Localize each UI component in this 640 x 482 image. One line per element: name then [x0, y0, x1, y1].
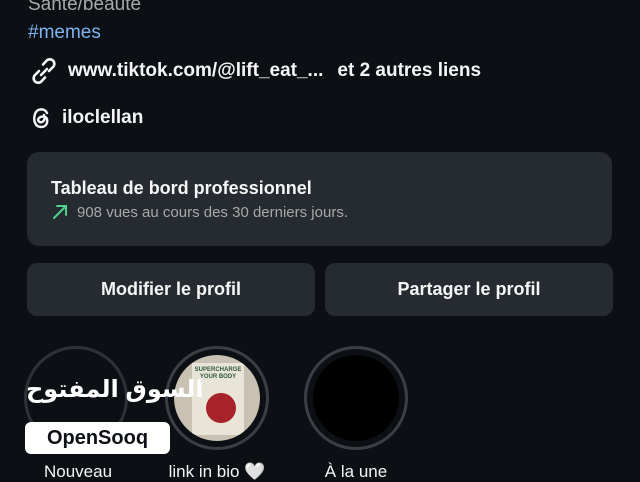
share-profile-button[interactable]: Partager le profil — [325, 263, 613, 316]
watermark-logo: OpenSooq — [25, 422, 170, 454]
dashboard-subtitle: 908 vues au cours des 30 derniers jours. — [77, 203, 348, 221]
edit-profile-button[interactable]: Modifier le profil — [27, 263, 315, 316]
highlight-cover-black — [313, 355, 399, 441]
threads-link[interactable]: iloclellan — [28, 105, 143, 131]
profile-category: Santé/beauté — [28, 0, 142, 15]
highlight-label-link-in-bio: link in bio 🤍 — [168, 462, 266, 481]
profile-links[interactable]: www.tiktok.com/@lift_eat_... et 2 autres… — [28, 56, 481, 86]
profile-hashtag[interactable]: #memes — [28, 22, 101, 44]
dashboard-subtitle-row: 908 vues au cours des 30 derniers jours. — [51, 203, 348, 221]
highlight-label-new: Nouveau — [43, 462, 113, 481]
threads-handle[interactable]: iloclellan — [62, 107, 143, 129]
highlight-label-featured: À la une — [324, 462, 388, 481]
link-text[interactable]: www.tiktok.com/@lift_eat_... — [68, 60, 323, 82]
more-links[interactable]: et 2 autres liens — [337, 60, 481, 82]
threads-icon — [33, 108, 49, 129]
dashboard-title: Tableau de bord professionnel — [51, 178, 312, 198]
trend-up-arrow-icon — [53, 205, 67, 219]
link-icon — [32, 57, 56, 85]
professional-dashboard-card[interactable]: Tableau de bord professionnel 908 vues a… — [27, 152, 612, 246]
highlight-featured[interactable] — [304, 346, 408, 450]
watermark-arabic: السوق المفتوح — [26, 376, 204, 403]
